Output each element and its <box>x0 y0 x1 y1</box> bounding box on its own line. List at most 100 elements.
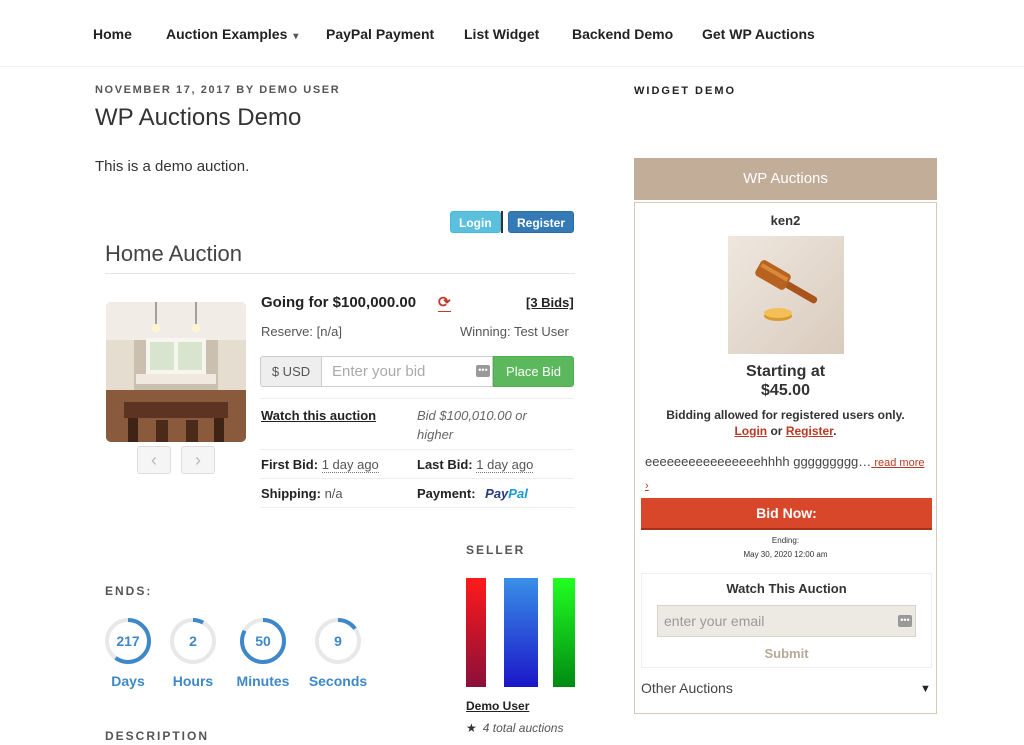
ending-label: Ending: <box>771 536 800 545</box>
last-bid-label: Last Bid: <box>417 457 473 472</box>
countdown-days-label: Days <box>111 673 145 689</box>
ends-heading: ENDS: <box>105 584 153 598</box>
winning-bidder: Winning: Test User <box>460 324 569 339</box>
nav-list-widget[interactable]: List Widget <box>464 26 539 42</box>
watch-auction-heading: Watch This Auction <box>726 581 847 596</box>
autofill-icon: ••• <box>476 365 490 377</box>
nav-home-label: Home <box>93 26 132 42</box>
divider <box>105 273 575 274</box>
auth-links: Login or Register. <box>635 423 936 439</box>
seller-name-link[interactable]: Demo User <box>466 699 529 713</box>
description-heading: DESCRIPTION <box>105 729 210 743</box>
shipping-value: n/a <box>324 486 343 501</box>
shipping: Shipping: n/a <box>261 486 343 501</box>
nav-auction-examples[interactable]: Auction Examples ▾ <box>166 26 298 42</box>
widget-login-link[interactable]: Login <box>734 424 767 438</box>
seller-auctions-text: 4 total auctions <box>482 721 564 735</box>
paypal-logo: PayPal <box>485 486 528 501</box>
submit-button[interactable]: Submit <box>642 646 931 661</box>
product-image[interactable] <box>106 302 246 442</box>
reserve-price: Reserve: [n/a] <box>261 324 342 339</box>
excerpt-text: eeeeeeeeeeeeeeeehhhh ggggggggg… <box>645 454 872 469</box>
countdown-minutes-value: 50 <box>255 633 271 649</box>
first-bid-value: 1 day ago <box>321 457 379 473</box>
countdown-minutes: 50 Minutes <box>228 617 298 689</box>
period-text: . <box>833 424 837 438</box>
refresh-icon[interactable]: ⟳ <box>438 295 451 312</box>
nav-paypal-payment[interactable]: PayPal Payment <box>326 26 434 42</box>
nav-paypal-label: PayPal Payment <box>326 26 435 42</box>
gavel-icon <box>755 260 818 321</box>
nav-auction-examples-label: Auction Examples <box>166 26 288 42</box>
divider <box>260 449 574 450</box>
current-price: Going for $100,000.00 <box>261 294 417 311</box>
payment-label: Payment: <box>417 486 476 501</box>
bids-count-link[interactable]: [3 Bids] <box>526 295 574 310</box>
next-image-button[interactable]: › <box>181 446 215 474</box>
divider <box>260 507 574 508</box>
place-bid-button[interactable]: Place Bid <box>493 356 574 387</box>
first-bid: First Bid: 1 day ago <box>261 457 379 473</box>
payment: Payment: PayPal <box>417 486 528 501</box>
auction-excerpt: eeeeeeeeeeeeeeeehhhh ggggggggg… read mor… <box>645 451 930 497</box>
last-bid-value: 1 day ago <box>476 457 534 473</box>
prev-image-button[interactable]: ‹ <box>137 446 171 474</box>
triangle-down-icon[interactable]: ▼ <box>920 683 931 695</box>
bid-amount-input[interactable] <box>321 356 493 387</box>
star-icon: ★ <box>466 721 477 735</box>
starting-price: Starting at $45.00 <box>745 363 826 399</box>
currency-addon: $ USD <box>260 356 322 387</box>
minimum-bid-note: Bid $100,010.00 or higher <box>417 408 527 442</box>
nav-backend-demo[interactable]: Backend Demo <box>572 26 673 42</box>
auction-widget: ken2 Starting at $45.00 Bidding allowed … <box>634 202 937 714</box>
first-bid-label: First Bid: <box>261 457 319 472</box>
nav-home[interactable]: Home <box>93 26 132 42</box>
nav-get-wp-auctions[interactable]: Get WP Auctions <box>702 26 815 42</box>
post-intro: This is a demo auction. <box>95 158 250 175</box>
watch-auction-link[interactable]: Watch this auction <box>261 408 376 423</box>
countdown-days: 217 Days <box>93 617 163 689</box>
countdown-hours: 2 Hours <box>158 617 228 689</box>
seller-avatar[interactable] <box>466 578 575 687</box>
countdown-days-value: 217 <box>116 633 140 649</box>
bidding-restriction: Bidding allowed for registered users onl… <box>635 407 936 439</box>
last-bid: Last Bid: 1 day ago <box>417 457 534 473</box>
or-text: or <box>770 424 783 438</box>
paypal-logo-pay: Pay <box>485 486 509 501</box>
paypal-logo-pal: Pal <box>508 486 528 501</box>
register-button[interactable]: Register <box>508 211 575 233</box>
countdown-seconds: 9 Seconds <box>303 617 373 689</box>
widget-register-link[interactable]: Register <box>786 424 833 438</box>
autofill-icon: ••• <box>898 615 912 627</box>
seller-auction-count: ★ 4 total auctions <box>466 721 563 735</box>
watch-auction-form: Watch This Auction ••• Submit <box>641 573 932 668</box>
widget-title: WP Auctions <box>634 158 937 200</box>
chevron-down-icon: ▾ <box>293 31 299 42</box>
nav-list-widget-label: List Widget <box>464 26 540 42</box>
auction-title: Home Auction <box>105 241 242 266</box>
divider <box>260 478 574 479</box>
post-meta: November 17, 2017 by Demo User <box>95 84 341 96</box>
other-auctions-toggle[interactable]: Other Auctions <box>641 680 733 696</box>
countdown-minutes-label: Minutes <box>236 673 290 689</box>
countdown-seconds-value: 9 <box>334 633 342 649</box>
email-field[interactable] <box>657 605 916 637</box>
post-title: WP Auctions Demo <box>95 104 302 131</box>
seller-heading: SELLER <box>466 543 526 557</box>
gavel-image[interactable] <box>728 236 844 354</box>
divider <box>260 398 574 399</box>
widget-username: ken2 <box>770 213 801 228</box>
kitchen-photo <box>106 302 246 442</box>
bid-now-button[interactable]: Bid Now: <box>641 498 932 530</box>
countdown-hours-label: Hours <box>172 673 214 689</box>
button-divider <box>501 211 503 233</box>
ending-date: May 30, 2020 12:00 am <box>743 550 828 559</box>
sidebar-widget-heading: WIDGET DEMO <box>634 85 737 97</box>
nav-get-wp-auctions-label: Get WP Auctions <box>702 26 815 42</box>
login-button[interactable]: Login <box>450 211 501 233</box>
nav-backend-demo-label: Backend Demo <box>572 26 674 42</box>
countdown-seconds-label: Seconds <box>308 673 368 689</box>
countdown-hours-value: 2 <box>189 633 197 649</box>
top-navigation: Home Auction Examples ▾ PayPal Payment Li… <box>0 0 1024 67</box>
shipping-label: Shipping: <box>261 486 321 501</box>
